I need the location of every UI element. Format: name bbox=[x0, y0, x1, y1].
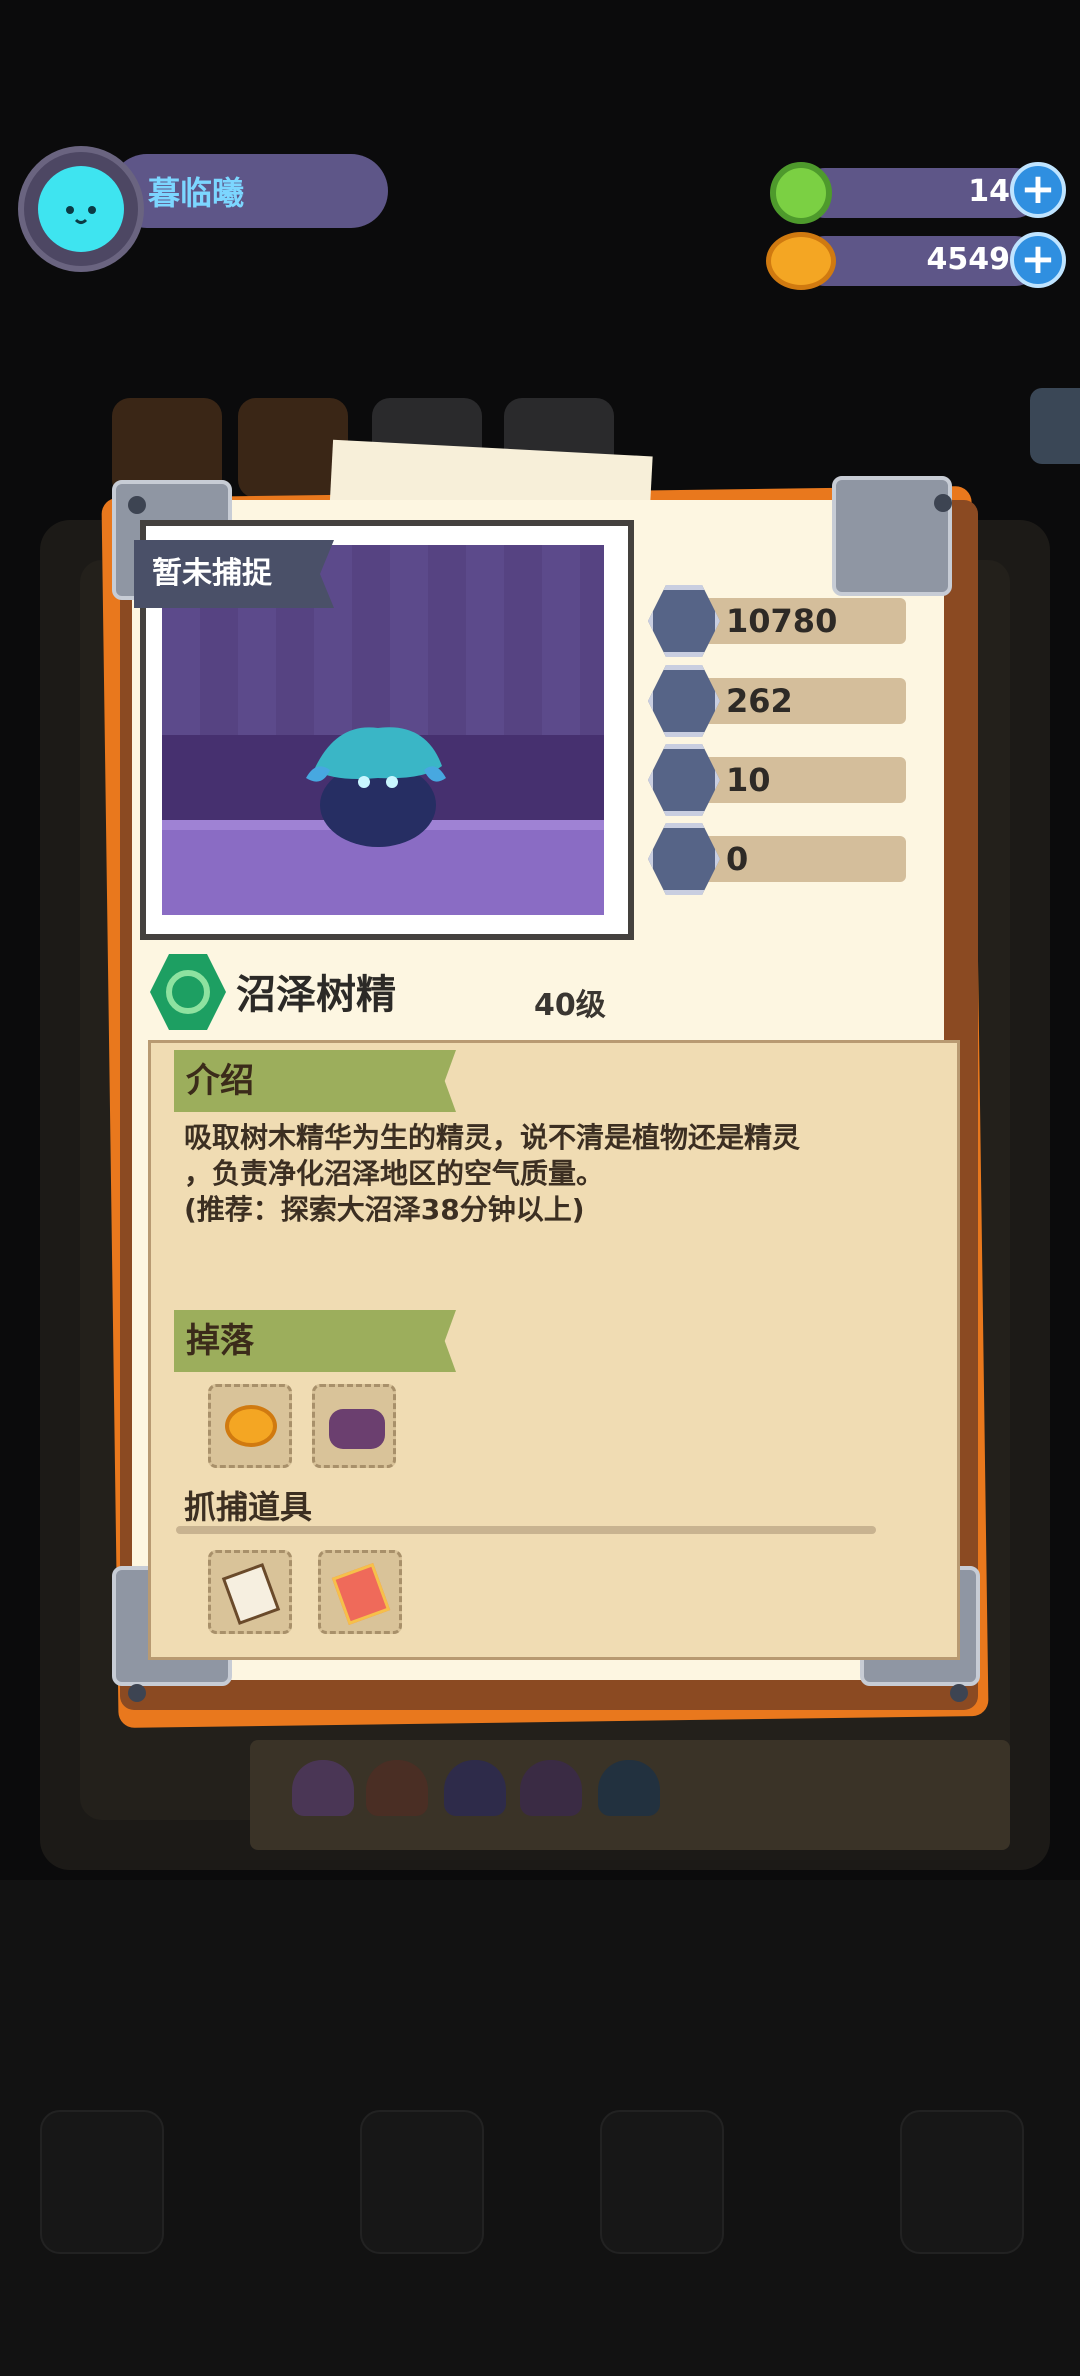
drops-section-tag: 掉落 bbox=[174, 1310, 456, 1372]
add-coins-button[interactable]: + bbox=[1010, 232, 1066, 288]
swamp-spirit-monster-icon bbox=[306, 727, 446, 847]
coin-count: 4549 bbox=[926, 242, 1011, 277]
intro-line: (推荐：探索大沼泽38分钟以上) bbox=[184, 1193, 585, 1226]
intro-line: ，负责净化沼泽地区的空气质量。 bbox=[184, 1157, 605, 1190]
stat-attack-value: 262 bbox=[726, 682, 793, 720]
divider bbox=[176, 1526, 876, 1534]
gold-coin-icon bbox=[225, 1405, 277, 1447]
element-ring-icon bbox=[166, 970, 210, 1014]
capture-tools-title: 抓捕道具 bbox=[184, 1488, 313, 1526]
stat-special-value: 0 bbox=[726, 840, 749, 878]
background-nav-icon bbox=[40, 2110, 164, 2254]
add-gems-button[interactable]: + bbox=[1010, 162, 1066, 218]
bolt-icon bbox=[128, 496, 146, 514]
stat-defense-value: 10 bbox=[726, 761, 771, 799]
gem-count: 14 bbox=[968, 174, 1010, 209]
corner-bracket bbox=[832, 476, 952, 596]
capture-status-badge: 暂未捕捉 bbox=[134, 540, 334, 608]
scroll-tool-icon bbox=[221, 1562, 281, 1626]
stat-hp-value: 10780 bbox=[726, 602, 838, 640]
drop-slot[interactable] bbox=[312, 1384, 396, 1468]
bolt-icon bbox=[950, 1684, 968, 1702]
side-menu-tab[interactable] bbox=[1030, 388, 1080, 464]
background-nav-icon bbox=[360, 2110, 484, 2254]
bolt-icon bbox=[934, 494, 952, 512]
capture-tool-slot[interactable] bbox=[208, 1550, 292, 1634]
background-monster-icon bbox=[444, 1760, 506, 1816]
player-name: 暮临曦 bbox=[148, 174, 245, 212]
scroll-tool-icon bbox=[331, 1562, 391, 1626]
background-nav-icon bbox=[900, 2110, 1024, 2254]
cat-face-icon bbox=[66, 206, 96, 224]
monster-name: 沼泽树精 bbox=[236, 972, 396, 1018]
intro-description: 吸取树木精华为生的精灵，说不清是植物还是精灵 ，负责净化沼泽地区的空气质量。 (… bbox=[184, 1120, 904, 1228]
background-nav-icon bbox=[600, 2110, 724, 2254]
monster-level: 40级 bbox=[534, 988, 606, 1023]
background-monster-icon bbox=[520, 1760, 582, 1816]
intro-line: 吸取树木精华为生的精灵，说不清是植物还是精灵 bbox=[184, 1121, 801, 1154]
bolt-icon bbox=[128, 1684, 146, 1702]
slime-drop-icon bbox=[329, 1409, 385, 1449]
drop-slot[interactable] bbox=[208, 1384, 292, 1468]
intro-section-tag: 介绍 bbox=[174, 1050, 456, 1112]
background-monster-icon bbox=[292, 1760, 354, 1816]
capture-tool-slot[interactable] bbox=[318, 1550, 402, 1634]
background-monster-icon bbox=[366, 1760, 428, 1816]
background-monster-icon bbox=[598, 1760, 660, 1816]
